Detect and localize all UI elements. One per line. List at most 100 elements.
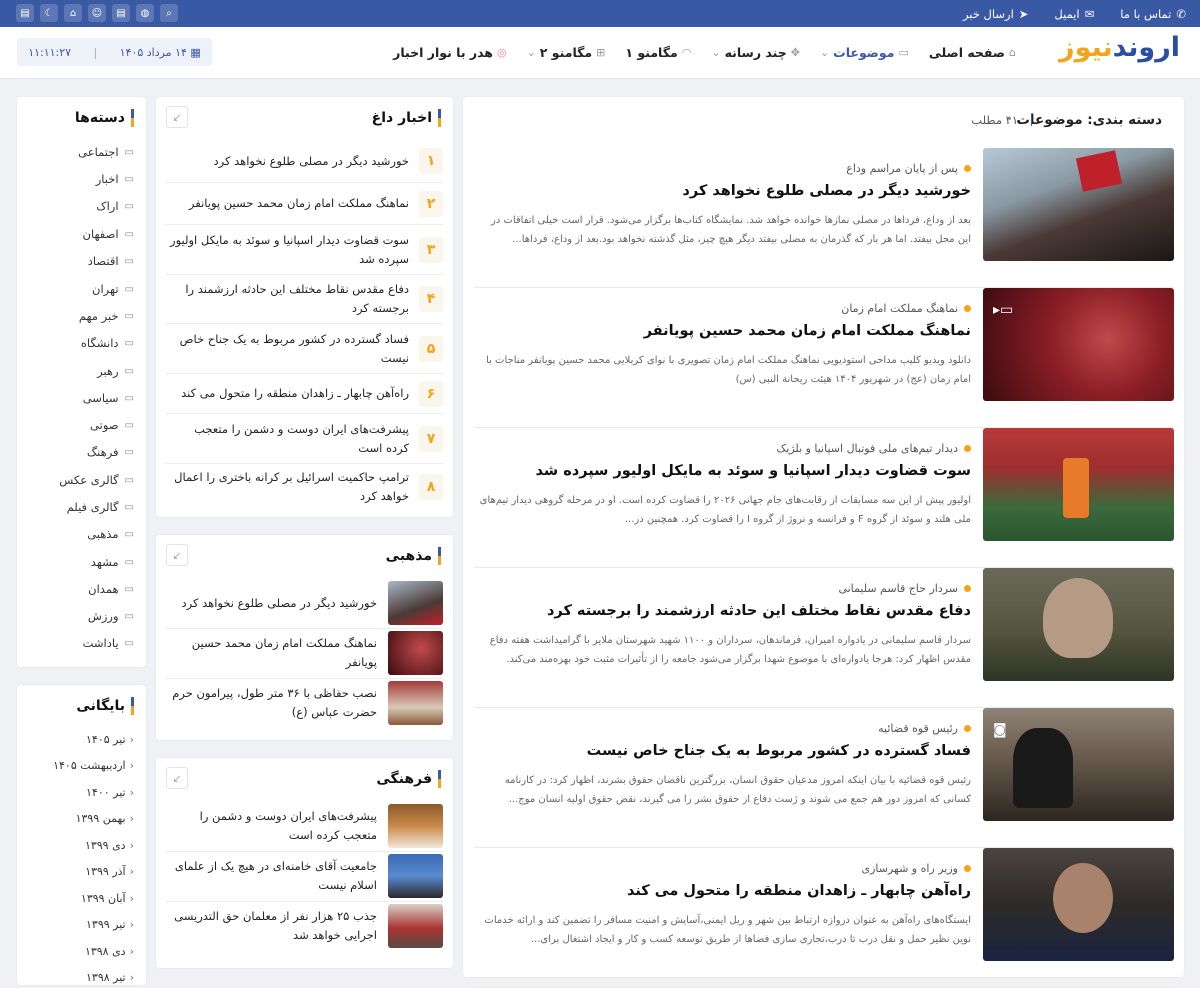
- category-item[interactable]: ▭ همدان: [88, 582, 134, 596]
- widget-title: بایگانی: [76, 697, 134, 715]
- article-title[interactable]: خورشید دیگر در مصلی طلوع نخواهد کرد: [682, 183, 971, 199]
- archive-item[interactable]: ‹ دی ۱۳۹۹: [85, 839, 134, 852]
- category-item[interactable]: ▭ اقتصاد: [88, 254, 134, 268]
- search-icon[interactable]: ⌕: [160, 4, 178, 22]
- archive-item[interactable]: ‹ آبان ۱۳۹۹: [81, 892, 134, 905]
- category-item[interactable]: ▭ تهران: [92, 282, 134, 296]
- site-logo[interactable]: اروندنیوز: [1059, 32, 1181, 63]
- category-item[interactable]: ▭ گالری عکس: [59, 473, 134, 487]
- hot-news-item[interactable]: ۱ خورشید دیگر در مصلی طلوع نخواهد کرد: [166, 140, 443, 183]
- thumb-image[interactable]: [388, 854, 443, 898]
- hot-news-item[interactable]: ۸ ترامپ حاکمیت اسرائیل بر کرانه باختری را…: [166, 464, 443, 510]
- nav-megamenu-1[interactable]: ◠ مگامنو ۱: [625, 45, 691, 60]
- nav-multimedia[interactable]: ✥ چند رسانه ⌄: [711, 45, 800, 60]
- expand-icon[interactable]: ↙: [166, 544, 188, 566]
- hot-news-item[interactable]: ۶ راه‌آهن چابهار ـ زاهدان منطقه را متحول …: [166, 374, 443, 414]
- archive-item[interactable]: ‹ بهمن ۱۳۹۹: [76, 812, 134, 825]
- contact-link[interactable]: ✆ تماس با ما: [1120, 7, 1186, 21]
- thumb-image[interactable]: [388, 631, 443, 675]
- archive-item[interactable]: ‹ دی ۱۳۹۸: [85, 945, 134, 958]
- category-item[interactable]: ▭ دانشگاه: [81, 336, 134, 350]
- email-link[interactable]: ✉ ایمیل: [1054, 7, 1094, 21]
- moon-icon[interactable]: ☾: [40, 4, 58, 22]
- archive-item[interactable]: ‹ تیر ۱۴۰۰: [86, 786, 134, 799]
- category-item[interactable]: ▭ خبر مهم: [79, 309, 134, 323]
- article-image[interactable]: ▭▸: [983, 288, 1174, 401]
- thumb-news-item[interactable]: پیشرفت‌های ایران دوست و دشمن را متعجب کر…: [166, 804, 443, 852]
- category-item[interactable]: ▭ صوتی: [90, 418, 134, 432]
- nav-megamenu-2[interactable]: ⊞ مگامنو ۲ ⌄: [527, 45, 606, 60]
- archive-item[interactable]: ‹ آذر ۱۳۹۹: [85, 865, 134, 878]
- article-image[interactable]: ◙: [983, 708, 1174, 821]
- article-kicker: وزیر راه و شهرسازی: [861, 862, 971, 875]
- article-image[interactable]: [983, 428, 1174, 541]
- category-item[interactable]: ▭ اجتماعی: [78, 145, 134, 159]
- top-bar: ✆ تماس با ما ✉ ایمیل ➤ ارسال خبر ▤ ☾ ⌂ ☺ ▤ …: [0, 0, 1200, 27]
- article-image[interactable]: [983, 848, 1174, 961]
- chevron-down-icon: ⌄: [819, 45, 830, 59]
- article-card[interactable]: ◙ رئیس قوه قضائیه فساد گسترده در کشور مر…: [474, 708, 1174, 848]
- home-icon: ⌂: [1009, 45, 1016, 59]
- category-item[interactable]: ▭ اصفهان: [83, 227, 134, 241]
- nav-topics[interactable]: ▭ موضوعات ⌄: [820, 45, 909, 60]
- archive-item[interactable]: ‹ تیر ۱۴۰۵: [86, 733, 134, 746]
- thumb-image[interactable]: [388, 904, 443, 948]
- article-image[interactable]: [983, 148, 1174, 261]
- article-card[interactable]: وزیر راه و شهرسازی راه‌آهن چابهار ـ زاهد…: [474, 848, 1174, 988]
- article-card[interactable]: پس از پایان مراسم وداع خورشید دیگر در مص…: [474, 148, 1174, 288]
- expand-icon[interactable]: ↙: [166, 767, 188, 789]
- thumb-news-item[interactable]: جامعیت آقای خامنه‌ای در هیچ یک از علمای …: [166, 854, 443, 902]
- category-item[interactable]: ▭ ورزش: [88, 609, 134, 623]
- globe-icon[interactable]: ◍: [136, 4, 154, 22]
- article-title[interactable]: نماهنگ مملکت امام زمان محمد حسین پویانفر: [644, 323, 971, 339]
- category-item[interactable]: ▭ یاداشت: [83, 636, 134, 650]
- category-item[interactable]: ▭ سیاسی: [83, 391, 134, 405]
- hot-news-item[interactable]: ۷ پیشرفت‌های ایران دوست و دشمن را متعجب ک…: [166, 414, 443, 464]
- folder-icon: ▭: [124, 583, 134, 595]
- hot-news-item[interactable]: ۳ سوت قضاوت دیدار اسپانیا و سوئد به مایکل…: [166, 225, 443, 275]
- category-item[interactable]: ▭ اراک: [96, 199, 134, 213]
- mosque-icon[interactable]: ⌂: [64, 4, 82, 22]
- database-icon[interactable]: ▤: [16, 4, 34, 22]
- archive-item[interactable]: ‹ تیر ۱۳۹۹: [86, 918, 134, 931]
- article-title[interactable]: دفاع مقدس نقاط مختلف این حادثه ارزشمند ر…: [547, 603, 971, 619]
- hot-news-item[interactable]: ۴ دفاع مقدس نقاط مختلف این حادثه ارزشمند …: [166, 275, 443, 324]
- hot-news-item[interactable]: ۵ فساد گسترده در کشور مربوط به یک جناح خا…: [166, 324, 443, 374]
- archive-item[interactable]: ‹ تیر ۱۳۹۸: [86, 971, 134, 984]
- archive-widget: بایگانی ‹ تیر ۱۴۰۵ ‹ اردیبهشت ۱۴۰۵ ‹ تیر ۱۴…: [17, 685, 146, 985]
- article-image[interactable]: [983, 568, 1174, 681]
- send-news-link[interactable]: ➤ ارسال خبر: [963, 7, 1028, 21]
- category-item[interactable]: ▭ گالری فیلم: [67, 500, 134, 514]
- folder-icon: ▭: [124, 446, 134, 458]
- nav-header-ticker[interactable]: ◎ هدر با نوار اخبار: [393, 45, 506, 60]
- user-icon[interactable]: ☺: [88, 4, 106, 22]
- article-excerpt: بعد از وداع، فردا‌ها در مصلی نماز‌ها خوا…: [490, 215, 971, 245]
- thumb-news-item[interactable]: جذب ۲۵ هزار نفر از معلمان حق التدریسی اج…: [166, 904, 443, 952]
- folder-icon: ▭: [124, 556, 134, 568]
- category-item[interactable]: ▭ مذهبی: [87, 527, 134, 541]
- category-item[interactable]: ▭ اخبار: [96, 172, 134, 186]
- article-title[interactable]: راه‌آهن چابهار ـ زاهدان منطقه را متحول م…: [627, 883, 971, 899]
- category-item[interactable]: ▭ مشهد: [91, 555, 134, 569]
- article-title[interactable]: سوت قضاوت دیدار اسپانیا و سوئد به مایکل …: [536, 463, 971, 479]
- category-item[interactable]: ▭ فرهنگ: [87, 445, 134, 459]
- article-card[interactable]: سردار حاج قاسم سلیمانی دفاع مقدس نقاط مخ…: [474, 568, 1174, 708]
- thumb-news-item[interactable]: نماهنگ مملکت امام زمان محمد حسین پویانفر: [166, 631, 443, 679]
- expand-icon[interactable]: ↙: [166, 106, 188, 128]
- thumb-image[interactable]: [388, 581, 443, 625]
- nav-home[interactable]: ⌂ صفحه اصلی: [929, 45, 1016, 60]
- thumb-image[interactable]: [388, 681, 443, 725]
- thumb-news-item[interactable]: نصب حفاظی با ۳۶ متر طول، پیرامون حرم حضر…: [166, 681, 443, 729]
- thumb-news-item[interactable]: خورشید دیگر در مصلی طلوع نخواهد کرد: [166, 581, 443, 629]
- archive-item[interactable]: ‹ اردیبهشت ۱۴۰۵: [53, 759, 134, 772]
- hot-news-item[interactable]: ۲ نماهنگ مملکت امام زمان محمد حسین پویانف…: [166, 183, 443, 225]
- folder-icon: ▭: [124, 255, 134, 267]
- religious-widget: مذهبی ↙ خورشید دیگر در مصلی طلوع نخواهد …: [156, 535, 453, 740]
- article-card[interactable]: ▭▸ نماهنگ مملکت امام زمان نماهنگ مملکت ا…: [474, 288, 1174, 428]
- article-card[interactable]: دیدار تیم‌های ملی فوتبال اسپانیا و بلژیک…: [474, 428, 1174, 568]
- thumb-image[interactable]: [388, 804, 443, 848]
- category-item[interactable]: ▭ رهبر: [97, 364, 134, 378]
- chevron-left-icon: ‹: [129, 759, 134, 772]
- database-icon-2[interactable]: ▤: [112, 4, 130, 22]
- article-title[interactable]: فساد گسترده در کشور مربوط به یک جناح خاص…: [587, 743, 971, 759]
